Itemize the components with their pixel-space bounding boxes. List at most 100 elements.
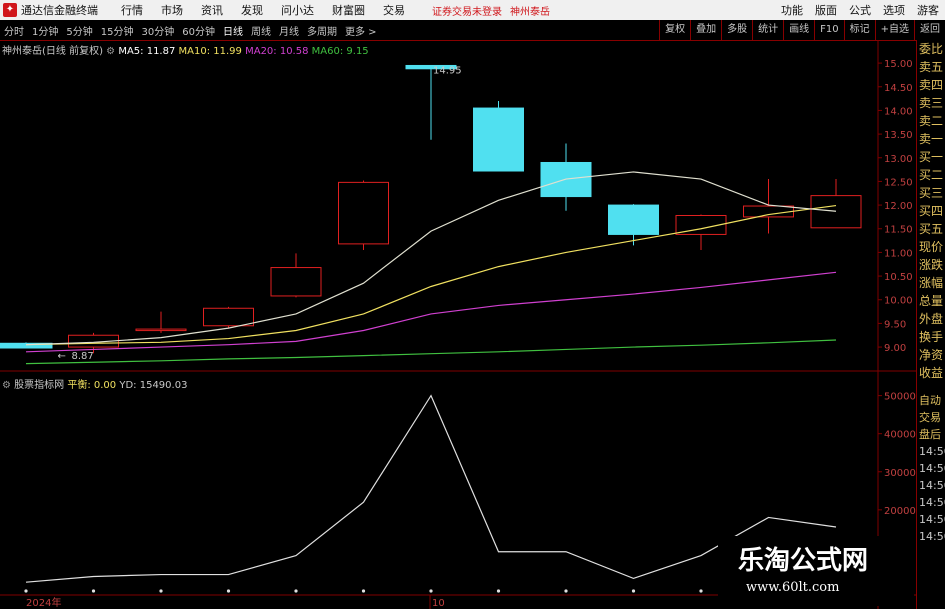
tab-timeframe-1[interactable]: 1分钟 xyxy=(28,23,62,38)
login-warning[interactable]: 证券交易未登录 xyxy=(432,3,502,18)
candle-body[interactable] xyxy=(473,107,524,172)
quote-field-label: 买四 xyxy=(919,204,944,218)
menu-trade[interactable]: 交易 xyxy=(374,2,414,18)
month-label: 10 xyxy=(432,598,445,609)
stats-button[interactable]: 统计 xyxy=(752,20,783,40)
ma10-label: MA10: 11.99 xyxy=(178,46,242,57)
overlay-button[interactable]: 叠加 xyxy=(690,20,721,40)
yd-label: YD: 15490.03 xyxy=(119,380,188,391)
main-chart-header: 神州泰岳(日线 前复权) ⚙ MA5: 11.87 MA10: 11.99 MA… xyxy=(2,42,369,57)
candle-body[interactable] xyxy=(270,267,322,297)
candle-body[interactable] xyxy=(608,204,659,235)
low-arrow-icon: ← xyxy=(58,351,66,362)
back-button[interactable]: 返回 xyxy=(914,20,945,40)
ma20-label: MA20: 10.58 xyxy=(245,46,309,57)
tick-time: 自动 xyxy=(919,394,941,407)
tab-timeframe-10[interactable]: 更多 > xyxy=(341,23,381,38)
tab-timeframe-7[interactable]: 周线 xyxy=(247,23,275,38)
price-tick-label: 12.50 xyxy=(884,177,913,188)
signal-dot xyxy=(91,589,96,593)
indicator-title: 股票指标网 xyxy=(14,380,65,391)
quote-field-label: 总量 xyxy=(919,294,944,308)
quote-field-label: 净资 xyxy=(919,348,944,362)
right-menu: 功能 版面 公式 选项 游客 xyxy=(775,0,945,20)
watermark: 乐淘公式网 www.60lt.com xyxy=(718,536,914,606)
settings-icon[interactable]: ⚙ xyxy=(2,380,11,391)
menu-quotes[interactable]: 行情 xyxy=(112,2,152,18)
signal-dot xyxy=(226,589,231,593)
quote-field-label: 买五 xyxy=(919,222,944,236)
menu-layout[interactable]: 版面 xyxy=(809,2,843,18)
draw-button[interactable]: 画线 xyxy=(783,20,814,40)
price-tick-label: 11.50 xyxy=(884,225,913,236)
signal-dot xyxy=(294,589,298,593)
price-tick-label: 10.50 xyxy=(884,272,913,283)
price-tick-label: 13.00 xyxy=(884,154,913,165)
quote-field-label: 买二 xyxy=(919,168,944,182)
quote-field-label: 涨幅 xyxy=(919,276,944,290)
watermark-text: 乐淘公式网 xyxy=(738,546,869,576)
tab-timeframe-6[interactable]: 日线 xyxy=(219,23,247,38)
period-toolbar: 分时 1分钟 5分钟 15分钟 30分钟 60分钟 日线 周线 月线 多周期 更多 > 复权 叠加 … xyxy=(0,20,945,41)
quote-field-label: 收益 xyxy=(919,366,944,380)
tab-timeframe-4[interactable]: 30分钟 xyxy=(137,23,178,38)
price-chart[interactable]: 15.00 14.50 14.00 13.50 13.00 12.50 12.00 11.50… xyxy=(0,40,916,372)
tab-timeframe-2[interactable]: 5分钟 xyxy=(62,23,96,38)
app-name: 通达信金融终端 xyxy=(21,4,98,17)
tick-time: 14:50 xyxy=(919,479,945,492)
tab-timeframe-5[interactable]: 60分钟 xyxy=(178,23,219,38)
signal-dot xyxy=(429,589,433,593)
add-watchlist-button[interactable]: +自选 xyxy=(874,20,914,40)
menu-market[interactable]: 市场 xyxy=(152,2,192,18)
price-tick-label: 15.00 xyxy=(884,59,913,70)
tick-time: 14:50 xyxy=(919,496,945,509)
price-tick-label: 14.00 xyxy=(884,106,913,117)
indicator-tick-label: 30000 xyxy=(884,468,916,479)
chart-title: 神州泰岳(日线 前复权) xyxy=(2,46,103,57)
quote-field-label: 买三 xyxy=(919,186,944,200)
adjust-button[interactable]: 复权 xyxy=(659,20,690,40)
quote-field-label: 卖五 xyxy=(919,60,944,74)
indicator-tick-label: 20000 xyxy=(884,506,916,517)
quote-field-label: 卖四 xyxy=(919,78,944,92)
candle-body[interactable] xyxy=(810,195,862,229)
quote-field-label: 现价 xyxy=(919,240,944,254)
menu-discover[interactable]: 发现 xyxy=(232,2,272,18)
tab-timeframe-0[interactable]: 分时 xyxy=(0,23,28,38)
price-tick-label: 9.00 xyxy=(884,343,906,354)
menu-formula[interactable]: 公式 xyxy=(843,2,877,18)
ma5-label: MA5: 11.87 xyxy=(118,46,176,57)
candle-body[interactable] xyxy=(338,181,389,245)
menu-news[interactable]: 资讯 xyxy=(192,2,232,18)
menu-wealth[interactable]: 财富圈 xyxy=(323,2,374,18)
indicator-tick-label: 40000 xyxy=(884,430,916,441)
candle-body[interactable] xyxy=(135,328,187,332)
menu-ask[interactable]: 问小达 xyxy=(272,2,323,18)
multi-stock-button[interactable]: 多股 xyxy=(721,20,752,40)
balance-label: 平衡: 0.00 xyxy=(67,380,117,391)
quote-field-label: 卖三 xyxy=(919,96,944,110)
menu-options[interactable]: 选项 xyxy=(877,2,911,18)
guest-user[interactable]: 游客 xyxy=(911,2,945,18)
signal-dot xyxy=(564,589,568,593)
tab-timeframe-8[interactable]: 月线 xyxy=(275,23,303,38)
tick-time: 盘后 xyxy=(919,428,941,441)
candle-body[interactable] xyxy=(203,307,254,327)
watermark-url: www.60lt.com xyxy=(746,580,840,595)
menu-functions[interactable]: 功能 xyxy=(775,2,809,18)
candle-body[interactable] xyxy=(743,205,794,218)
tab-timeframe-9[interactable]: 多周期 xyxy=(303,23,341,38)
settings-icon[interactable]: ⚙ xyxy=(106,46,115,57)
price-tick-label: 13.50 xyxy=(884,130,913,141)
app-logo-icon: ✦ xyxy=(3,3,17,17)
signal-dot xyxy=(24,589,28,593)
tab-timeframe-3[interactable]: 15分钟 xyxy=(97,23,138,38)
low-price-annotation: 8.87 xyxy=(72,351,94,362)
quote-fields: 委比 卖五 卖四 卖三 卖二 卖一 买一 买二 买三 买四 买五 现价 涨跌 涨幅 总量 外盘 换手 净资 收益 xyxy=(917,40,945,382)
current-stock-name: 神州泰岳 xyxy=(510,6,550,18)
title-bar: ✦ 通达信金融终端 行情 市场 资讯 发现 问小达 财富圈 交易 证券交易未登录… xyxy=(0,0,945,20)
mark-button[interactable]: 标记 xyxy=(843,20,875,40)
indicator-tick-label: 50000 xyxy=(884,392,916,403)
f10-button[interactable]: F10 xyxy=(814,20,843,40)
ma10-line xyxy=(25,204,837,346)
